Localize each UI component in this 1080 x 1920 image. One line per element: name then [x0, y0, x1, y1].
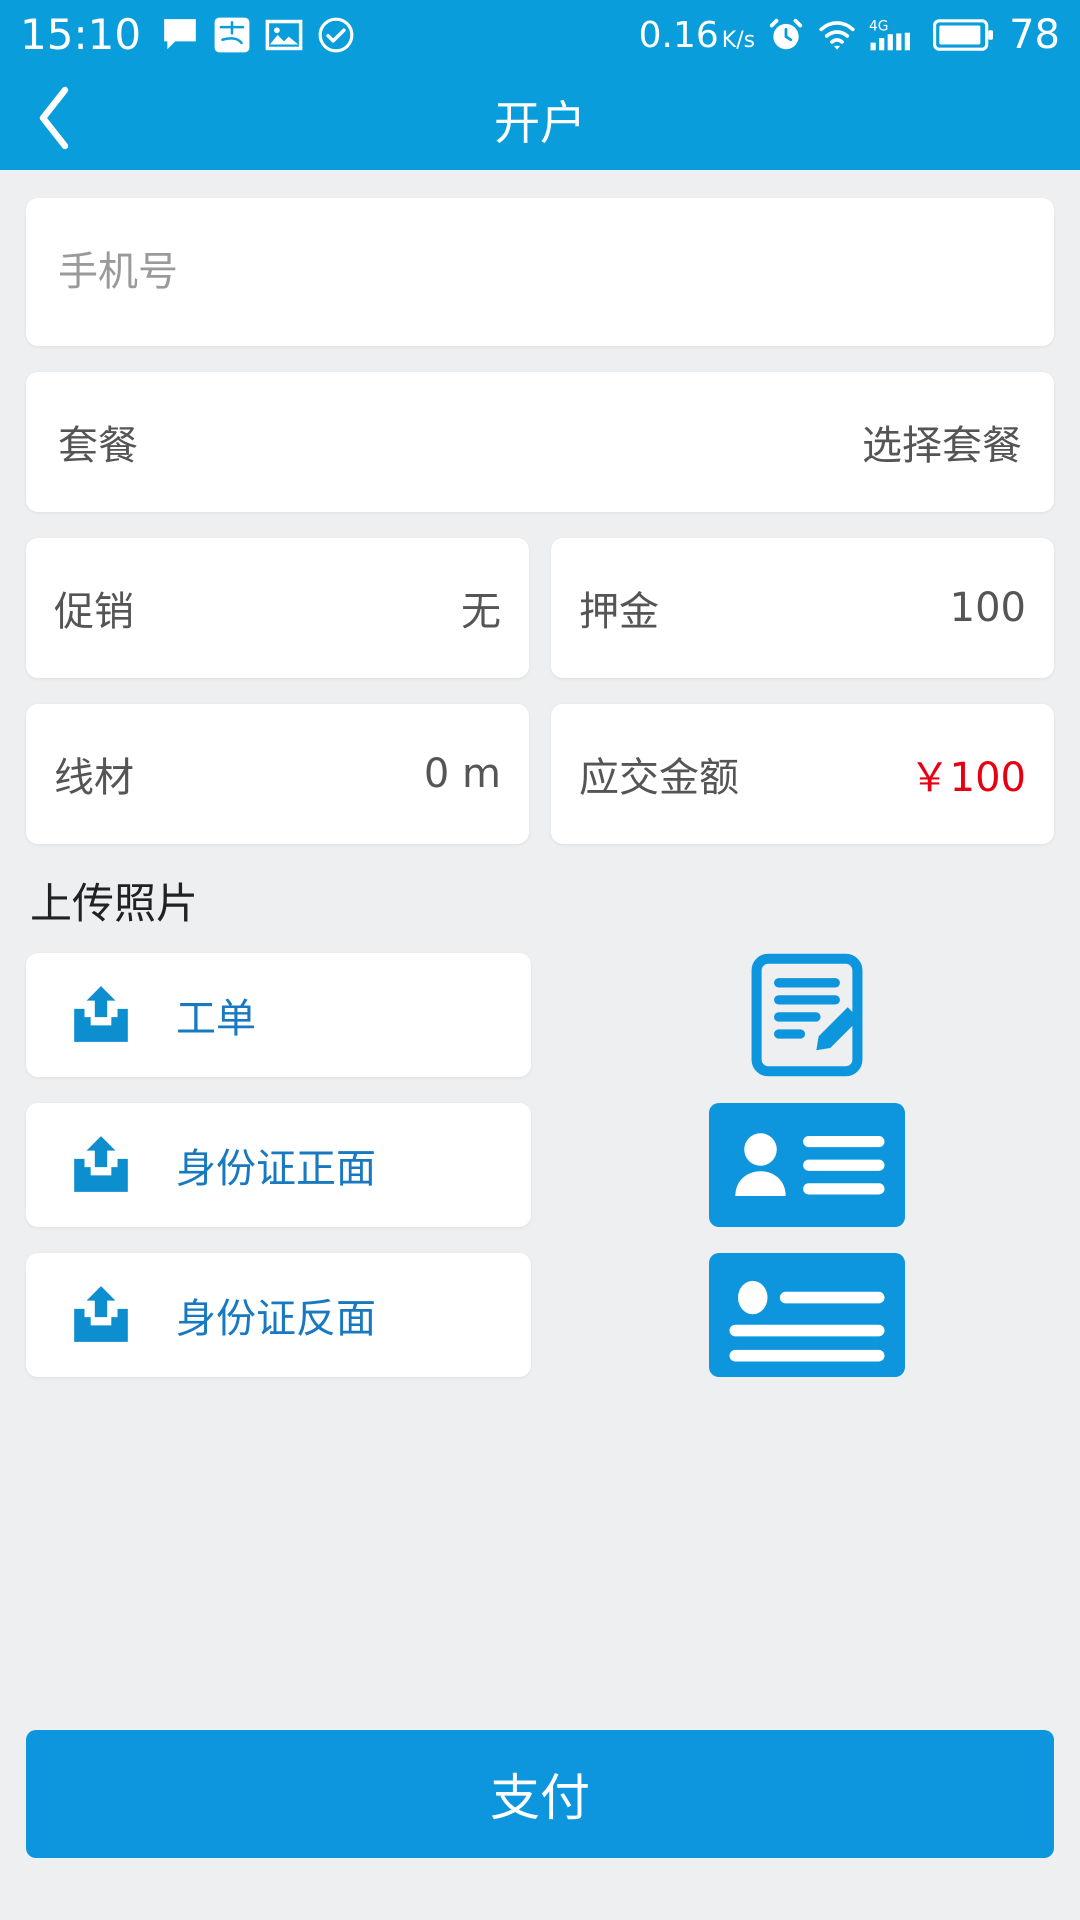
- signal-4g-label: 4G: [869, 18, 888, 34]
- upload-tray-icon: [68, 1134, 134, 1196]
- cable-amount-row: 线材 0 m 应交金额 ￥100: [26, 704, 1054, 844]
- pay-button[interactable]: 支付: [26, 1730, 1054, 1858]
- upload-id-front-button[interactable]: 身份证正面: [26, 1103, 531, 1227]
- battery-percent: 78: [1009, 12, 1060, 58]
- cable-label: 线材: [54, 755, 134, 801]
- upload-tray-icon: [68, 1284, 134, 1346]
- deposit-value: 100: [949, 585, 1026, 631]
- amount-due-label: 应交金额: [579, 755, 739, 801]
- form-content: 套餐 选择套餐 促销 无 押金 100 线材 0 m 应交金额 ￥100: [0, 170, 1080, 1377]
- amount-due-value: ￥100: [909, 755, 1026, 801]
- plan-label: 套餐: [58, 423, 138, 469]
- status-time: 15:10: [20, 10, 142, 59]
- amount-due-cell: 应交金额 ￥100: [551, 704, 1054, 844]
- alipay-icon: [213, 16, 251, 54]
- network-speed-value: 0.16: [638, 14, 719, 56]
- status-bar-right: 0.16 K/s 4G 78: [639, 12, 1060, 58]
- status-bar-left: 15:10: [20, 14, 407, 56]
- promotion-label: 促销: [54, 589, 134, 635]
- cable-value: 0 m: [423, 751, 501, 797]
- upload-buttons: 工单 身份证正面 身份证反面: [26, 953, 531, 1377]
- alarm-icon: [767, 16, 805, 54]
- chevron-left-icon: [31, 83, 79, 157]
- message-icon: [161, 16, 199, 54]
- page-title: 开户: [494, 96, 586, 150]
- document-edit-icon: [748, 951, 866, 1079]
- upload-tray-icon: [68, 984, 134, 1046]
- back-button[interactable]: [0, 70, 110, 170]
- phone-field-card[interactable]: [26, 198, 1054, 346]
- network-speed-unit: K/s: [721, 27, 756, 53]
- gallery-icon: [265, 16, 303, 54]
- battery-icon: [933, 17, 994, 53]
- id-card-back-icon: [708, 1253, 905, 1377]
- deposit-cell[interactable]: 押金 100: [551, 538, 1054, 678]
- network-speed: 0.16 K/s: [639, 15, 755, 56]
- upload-id-front-label: 身份证正面: [176, 1146, 376, 1192]
- plan-selector-row[interactable]: 套餐 选择套餐: [26, 372, 1054, 512]
- upload-workorder-button[interactable]: 工单: [26, 953, 531, 1077]
- sync-icon: [369, 16, 407, 54]
- upload-id-back-label: 身份证反面: [176, 1296, 376, 1342]
- status-bar: 15:10 0.16 K/s 4G 78: [0, 0, 1080, 70]
- id-card-front-icon: [708, 1103, 905, 1227]
- workorder-preview[interactable]: [709, 953, 905, 1077]
- check-circle-icon: [317, 16, 355, 54]
- title-bar: 开户: [0, 70, 1080, 170]
- promo-deposit-row: 促销 无 押金 100: [26, 538, 1054, 678]
- wifi-icon: [817, 16, 857, 54]
- id-front-preview[interactable]: [708, 1103, 905, 1227]
- upload-workorder-label: 工单: [176, 996, 256, 1042]
- pay-button-wrap: 支付: [26, 1730, 1054, 1858]
- promotion-cell[interactable]: 促销 无: [26, 538, 529, 678]
- plan-value: 选择套餐: [862, 423, 1022, 469]
- upload-previews: [531, 953, 1054, 1377]
- id-back-preview[interactable]: [708, 1253, 905, 1377]
- signal-4g-icon: 4G: [869, 15, 921, 55]
- upload-section-title: 上传照片: [30, 879, 199, 928]
- upload-area: 工单 身份证正面 身份证反面: [26, 953, 1054, 1377]
- upload-id-back-button[interactable]: 身份证反面: [26, 1253, 531, 1377]
- cable-cell[interactable]: 线材 0 m: [26, 704, 529, 844]
- app-screen: 15:10 0.16 K/s 4G 78 开户 手机号 套餐 选择套餐 促销 无…: [0, 0, 1080, 1920]
- promotion-value: 无: [461, 589, 501, 635]
- phone-input[interactable]: [58, 249, 1022, 295]
- deposit-label: 押金: [579, 589, 659, 635]
